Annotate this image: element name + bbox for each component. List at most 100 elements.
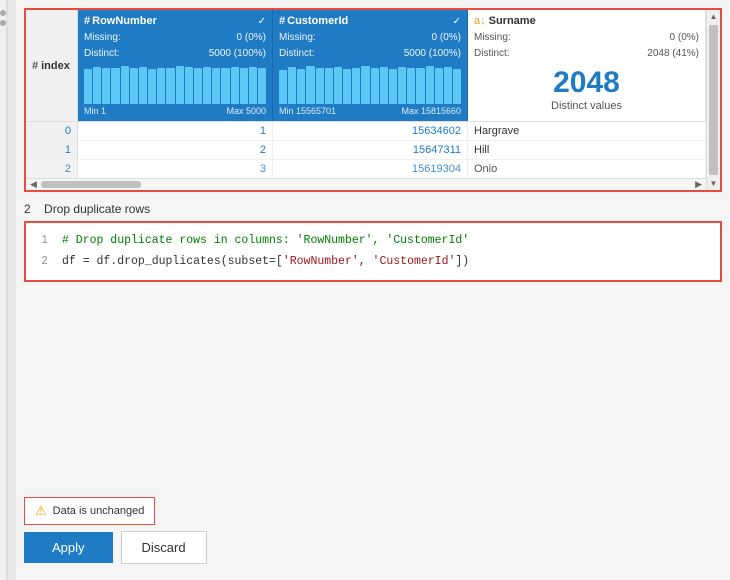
table-content: # index # RowNumber ✓ xyxy=(26,10,706,190)
customerid-hash-icon: # xyxy=(279,15,285,27)
index-cell-0: 0 xyxy=(26,122,78,140)
surname-cell-2: Onio xyxy=(468,160,706,178)
step-label: 2 Drop duplicate rows xyxy=(24,202,722,216)
table-row: 1 2 15647311 Hill xyxy=(26,141,706,160)
customerid-stats: Missing: 0 (0%) Distinct: 5000 (100%) xyxy=(279,30,461,62)
surname-distinct-value: 2048 (41%) xyxy=(647,46,699,62)
discard-button[interactable]: Discard xyxy=(121,531,207,564)
step-number: 2 xyxy=(24,202,31,216)
warning-icon: ⚠ xyxy=(35,503,47,519)
surname-distinct-label-text: Distinct values xyxy=(476,100,697,112)
index-col-label: index xyxy=(41,60,70,72)
rownumber-col-header: # RowNumber ✓ Missing: 0 (0%) xyxy=(78,10,273,121)
rownumber-distinct-value: 5000 (100%) xyxy=(209,46,266,62)
code-comment-1: # Drop duplicate rows in columns: 'RowNu… xyxy=(62,231,469,252)
surname-cell-1: Hill xyxy=(468,141,706,159)
button-row: Apply Discard xyxy=(24,531,722,564)
index-cell-2: 2 xyxy=(26,160,78,178)
content-area: # index # RowNumber ✓ xyxy=(16,0,730,580)
scroll-right-arrow[interactable]: ▶ xyxy=(695,179,702,190)
surname-text-icon: a↓ xyxy=(474,15,486,27)
customerid-missing-row: Missing: 0 (0%) xyxy=(279,30,461,46)
status-area: ⚠ Data is unchanged xyxy=(24,497,722,525)
surname-missing-label: Missing: xyxy=(474,30,511,46)
accent-dot-2 xyxy=(0,20,6,26)
status-text: Data is unchanged xyxy=(53,505,145,517)
customerid-missing-label: Missing: xyxy=(279,30,316,46)
table-header-row: # index # RowNumber ✓ xyxy=(26,10,706,122)
rownumber-distinct-row: Distinct: 5000 (100%) xyxy=(84,46,266,62)
code-block: 1 # Drop duplicate rows in columns: 'Row… xyxy=(24,221,722,282)
surname-col-header: a↓ Surname Missing: 0 (0%) Distinct: xyxy=(468,10,706,121)
customerid-cell-0: 15634602 xyxy=(273,122,468,140)
v-scrollbar-thumb[interactable] xyxy=(709,25,718,175)
rownumber-max: Max 5000 xyxy=(226,106,266,116)
customerid-distinct-label: Distinct: xyxy=(279,46,315,62)
h-scrollbar-area: ◀ ▶ xyxy=(26,178,706,190)
customerid-min: Min 15565701 xyxy=(279,106,336,116)
customerid-missing-value: 0 (0%) xyxy=(432,30,461,46)
step-number-space xyxy=(34,202,41,216)
table-wrapper: # index # RowNumber ✓ xyxy=(26,10,720,190)
rownumber-range: Min 1 Max 5000 xyxy=(84,106,266,116)
step-description: Drop duplicate rows xyxy=(44,202,150,216)
customerid-range: Min 15565701 Max 15815660 xyxy=(279,106,461,116)
surname-label: Surname xyxy=(489,15,536,27)
comment-text-1: # Drop duplicate rows in columns: 'RowNu… xyxy=(62,234,469,247)
surname-stats: Missing: 0 (0%) Distinct: 2048 (41%) xyxy=(474,30,699,62)
customerid-distinct-row: Distinct: 5000 (100%) xyxy=(279,46,461,62)
customerid-distinct-value: 5000 (100%) xyxy=(404,46,461,62)
surname-header-title: a↓ Surname xyxy=(474,15,699,27)
customerid-cell-2: 15619304 xyxy=(273,160,468,178)
apply-button[interactable]: Apply xyxy=(24,532,113,563)
customerid-label: CustomerId xyxy=(287,15,348,27)
rownumber-distinct-label: Distinct: xyxy=(84,46,120,62)
rownumber-cell-1: 2 xyxy=(78,141,273,159)
table-row: 2 3 15619304 Onio xyxy=(26,160,706,178)
code-text-2: df = df.drop_duplicates(subset=['RowNumb… xyxy=(62,252,469,273)
rownumber-bar-chart xyxy=(84,66,266,104)
rownumber-cell-2: 3 xyxy=(78,160,273,178)
customerid-bar-chart xyxy=(279,66,461,104)
surname-distinct-label: Distinct: xyxy=(474,46,510,62)
customerid-header-title: # CustomerId ✓ xyxy=(279,15,461,27)
index-col-header: # index xyxy=(26,10,78,121)
rownumber-check-icon: ✓ xyxy=(258,16,266,27)
customerid-max: Max 15815660 xyxy=(401,106,461,116)
rownumber-missing-row: Missing: 0 (0%) xyxy=(84,30,266,46)
customerid-col-header: # CustomerId ✓ Missing: 0 (0%) xyxy=(273,10,468,121)
surname-distinct-number: 2048 xyxy=(476,68,697,98)
rownumber-hash-icon: # xyxy=(84,15,90,27)
surname-cell-0: Hargrave xyxy=(468,122,706,140)
hash-icon: # xyxy=(32,60,38,72)
status-badge: ⚠ Data is unchanged xyxy=(24,497,155,525)
scroll-left-arrow[interactable]: ◀ xyxy=(30,179,37,190)
index-cell-1: 1 xyxy=(26,141,78,159)
rownumber-missing-value: 0 (0%) xyxy=(237,30,266,46)
rownumber-cell-0: 1 xyxy=(78,122,273,140)
code-line-1: 1 # Drop duplicate rows in columns: 'Row… xyxy=(36,231,710,252)
rownumber-min: Min 1 xyxy=(84,106,106,116)
scroll-up-arrow[interactable]: ▲ xyxy=(708,10,720,23)
surname-missing-value: 0 (0%) xyxy=(670,30,699,46)
rownumber-stats: Missing: 0 (0%) Distinct: 5000 (100%) xyxy=(84,30,266,62)
customerid-check-icon: ✓ xyxy=(453,16,461,27)
h-scrollbar-thumb[interactable] xyxy=(41,181,141,188)
scroll-down-arrow[interactable]: ▼ xyxy=(708,177,720,190)
rownumber-missing-label: Missing: xyxy=(84,30,121,46)
surname-distinct-row: Distinct: 2048 (41%) xyxy=(474,46,699,62)
surname-missing-row: Missing: 0 (0%) xyxy=(474,30,699,46)
code-line-2: 2 df = df.drop_duplicates(subset=['RowNu… xyxy=(36,252,710,273)
data-rows-container: 0 1 15634602 Hargrave 1 2 15647311 Hill xyxy=(26,122,706,178)
line-num-1: 1 xyxy=(36,231,48,252)
customerid-cell-1: 15647311 xyxy=(273,141,468,159)
v-scrollbar: ▲ ▼ xyxy=(706,10,720,190)
data-table-section: # index # RowNumber ✓ xyxy=(24,8,722,192)
table-row: 0 1 15634602 Hargrave xyxy=(26,122,706,141)
line-num-2: 2 xyxy=(36,252,48,273)
rownumber-header-title: # RowNumber ✓ xyxy=(84,15,266,27)
rownumber-label: RowNumber xyxy=(92,15,157,27)
surname-distinct-display: 2048 Distinct values xyxy=(474,62,699,116)
left-accent-bar xyxy=(0,0,8,580)
accent-dot xyxy=(0,10,6,16)
